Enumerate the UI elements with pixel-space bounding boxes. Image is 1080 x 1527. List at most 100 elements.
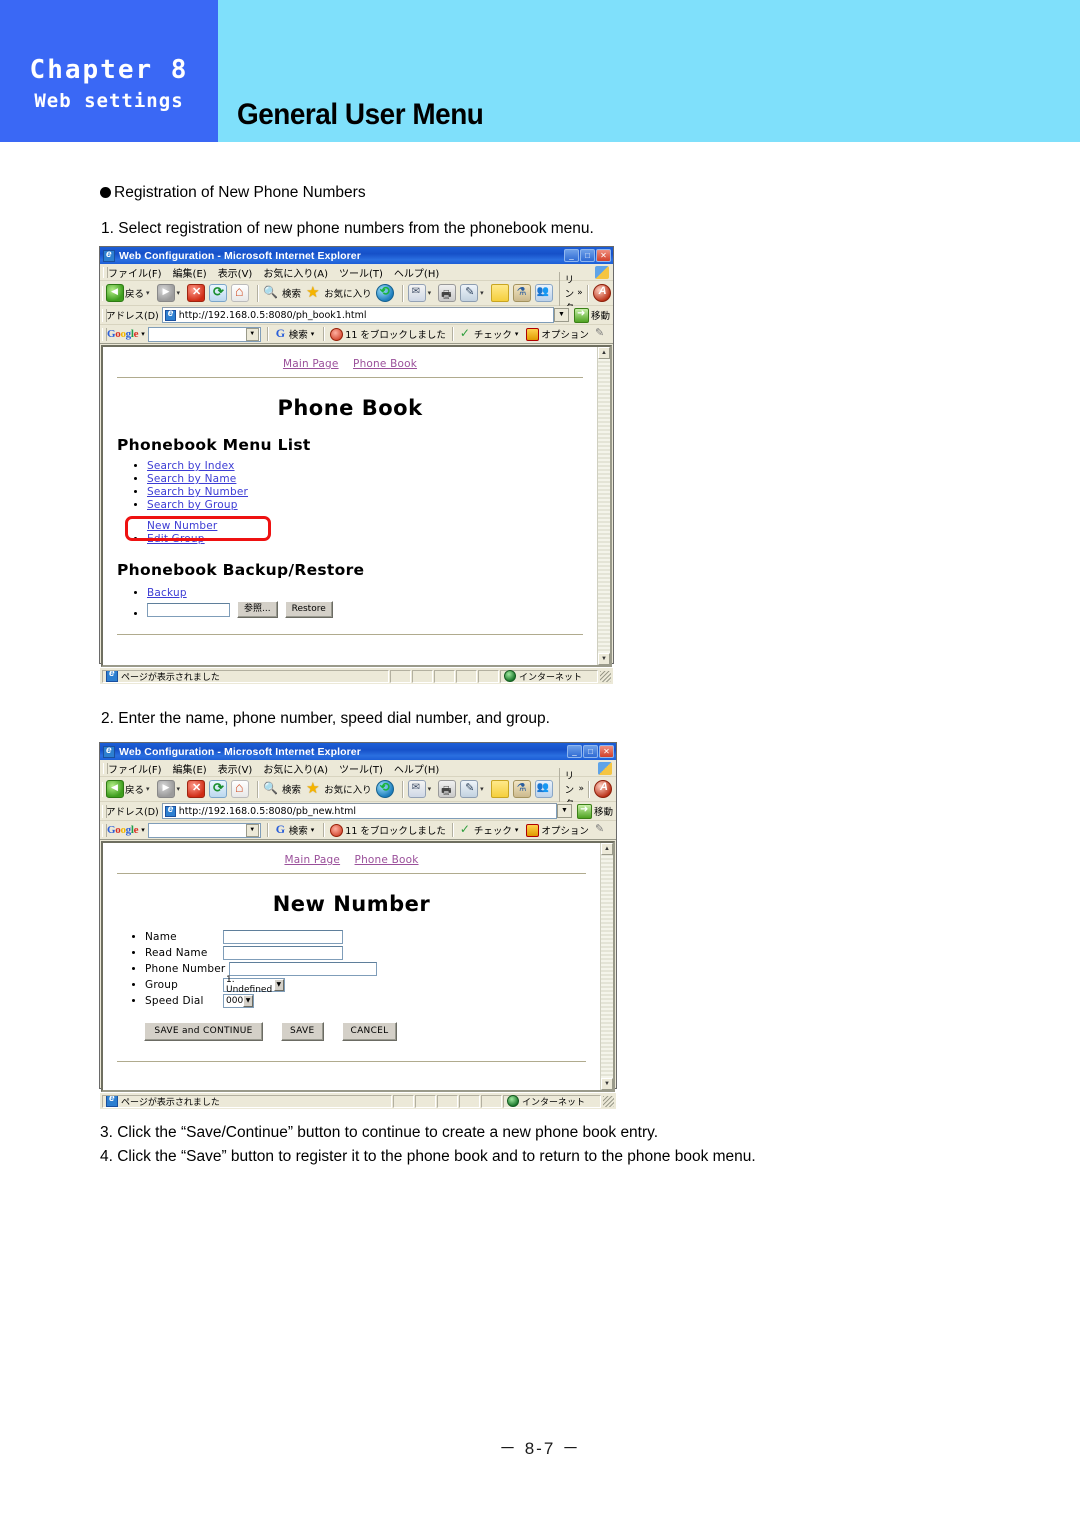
save-and-continue-button[interactable]: SAVE and CONTINUE <box>144 1022 263 1041</box>
maximize-button[interactable]: □ <box>580 249 595 262</box>
vertical-scrollbar[interactable]: ▲ ▼ <box>600 843 613 1090</box>
chevron-down-icon[interactable]: ▾ <box>515 330 519 338</box>
resize-grip[interactable] <box>600 670 611 682</box>
restore-button[interactable]: Restore <box>284 601 333 618</box>
scroll-down-button[interactable]: ▼ <box>598 653 610 665</box>
back-button[interactable]: 戻る ▾ <box>106 284 153 302</box>
menu-tools[interactable]: ツール(T) <box>339 265 383 280</box>
google-history-chevron-icon[interactable]: ▼ <box>245 327 259 341</box>
refresh-button[interactable] <box>209 284 228 302</box>
menu-help[interactable]: ヘルプ(H) <box>394 761 439 776</box>
window-controls[interactable]: _ □ ✕ <box>564 249 611 262</box>
address-bar[interactable]: アドレス(D) http://192.168.0.5:8080/ph_book1… <box>100 306 613 325</box>
stop-button[interactable] <box>187 780 206 798</box>
menu-file[interactable]: ファイル(F) <box>108 761 162 776</box>
edit-button[interactable]: ▾ <box>460 284 487 302</box>
link-search-by-name[interactable]: Search by Name <box>147 473 236 485</box>
save-button[interactable]: SAVE <box>281 1022 324 1041</box>
chevron-down-icon[interactable]: ▾ <box>311 826 315 834</box>
menu-file[interactable]: ファイル(F) <box>108 265 162 280</box>
link-main-page[interactable]: Main Page <box>284 854 340 866</box>
history-button[interactable] <box>375 780 394 798</box>
favorites-button[interactable]: お気に入り <box>305 283 372 302</box>
print-button[interactable] <box>438 780 457 801</box>
browse-button[interactable]: 参照... <box>237 601 278 618</box>
address-dropdown-icon[interactable]: ▼ <box>556 804 572 818</box>
minimize-button[interactable]: _ <box>567 745 582 758</box>
google-autofill-button[interactable] <box>594 326 609 341</box>
refresh-button[interactable] <box>209 780 228 798</box>
menu-tools[interactable]: ツール(T) <box>339 761 383 776</box>
chevron-down-icon[interactable]: ▾ <box>428 289 432 297</box>
google-autofill-button[interactable] <box>594 822 609 837</box>
menu-edit[interactable]: 編集(E) <box>173 265 207 280</box>
google-toolbar[interactable]: Google ▾ ▼ 検索 ▾ 11 をブロックしました チェック ▾ <box>100 821 616 840</box>
go-button[interactable]: 移動 <box>576 803 613 819</box>
chevron-down-icon[interactable]: ▾ <box>311 330 315 338</box>
menu-favorites[interactable]: お気に入り(A) <box>263 761 328 776</box>
window-controls[interactable]: _ □ ✕ <box>567 745 614 758</box>
link-search-by-number[interactable]: Search by Number <box>147 486 248 498</box>
page-nav-links[interactable]: Main Page Phone Book <box>117 347 583 372</box>
google-toolbar[interactable]: Google ▾ ▼ 検索 ▾ 11 をブロックしました チェック ▾ <box>100 325 613 344</box>
link-phone-book[interactable]: Phone Book <box>355 854 419 866</box>
scroll-down-button[interactable]: ▼ <box>601 1078 613 1090</box>
menu-view[interactable]: 表示(V) <box>218 265 253 280</box>
chevron-down-icon[interactable]: ▾ <box>515 826 519 834</box>
links-chevron-icon[interactable]: » <box>578 784 584 794</box>
address-input[interactable]: http://192.168.0.5:8080/pb_new.html <box>161 803 557 819</box>
link-new-number[interactable]: New Number <box>147 520 217 532</box>
google-menu-chevron-icon[interactable]: ▾ <box>141 826 145 834</box>
google-history-chevron-icon[interactable]: ▼ <box>245 823 259 837</box>
stop-button[interactable] <box>187 284 206 302</box>
minimize-button[interactable]: _ <box>564 249 579 262</box>
input-read-name[interactable] <box>223 946 343 960</box>
google-options-button[interactable]: オプション <box>526 327 589 341</box>
forward-button[interactable]: ▾ <box>156 284 184 302</box>
search-button[interactable]: 検索 <box>263 780 301 798</box>
browser-window-new-number[interactable]: Web Configuration - Microsoft Internet E… <box>99 742 617 1109</box>
home-button[interactable] <box>231 779 250 798</box>
notes-button[interactable] <box>490 780 509 798</box>
input-name[interactable] <box>223 930 343 944</box>
input-phone-number[interactable] <box>229 962 378 976</box>
history-button[interactable] <box>375 284 394 302</box>
link-search-by-index[interactable]: Search by Index <box>147 460 235 472</box>
scroll-up-button[interactable]: ▲ <box>598 347 610 359</box>
page-nav-links[interactable]: Main Page Phone Book <box>117 843 586 868</box>
link-main-page[interactable]: Main Page <box>283 358 339 370</box>
messenger-button[interactable] <box>534 780 553 798</box>
chevron-down-icon[interactable]: ▾ <box>177 785 181 793</box>
research-button[interactable] <box>512 284 531 302</box>
browser-window-phonebook[interactable]: Web Configuration - Microsoft Internet E… <box>99 246 614 684</box>
notes-button[interactable] <box>490 284 509 302</box>
menu-help[interactable]: ヘルプ(H) <box>394 265 439 280</box>
link-edit-group[interactable]: Edit Group <box>147 533 205 545</box>
chevron-down-icon[interactable]: ▾ <box>177 289 181 297</box>
address-input[interactable]: http://192.168.0.5:8080/ph_book1.html <box>161 307 554 323</box>
chevron-down-icon[interactable]: ▾ <box>480 289 484 297</box>
google-spellcheck-button[interactable]: チェック ▾ <box>459 326 522 342</box>
chevron-down-icon[interactable]: ▾ <box>146 785 150 793</box>
search-button[interactable]: 検索 <box>263 284 301 302</box>
google-menu-chevron-icon[interactable]: ▾ <box>141 330 145 338</box>
link-search-by-group[interactable]: Search by Group <box>147 499 238 511</box>
resize-grip[interactable] <box>603 1095 614 1107</box>
chevron-down-icon[interactable]: ▾ <box>146 289 150 297</box>
select-group[interactable]: 1. Undefined ▼ <box>223 975 285 995</box>
address-dropdown-icon[interactable]: ▼ <box>553 308 569 322</box>
menu-bar[interactable]: ファイル(F) 編集(E) 表示(V) お気に入り(A) ツール(T) ヘルプ(… <box>100 264 613 281</box>
favorites-button[interactable]: お気に入り <box>305 779 372 798</box>
google-options-button[interactable]: オプション <box>526 823 589 837</box>
link-backup[interactable]: Backup <box>147 587 187 599</box>
scroll-up-button[interactable]: ▲ <box>601 843 613 855</box>
link-phone-book[interactable]: Phone Book <box>353 358 417 370</box>
vertical-scrollbar[interactable]: ▲ ▼ <box>597 347 610 665</box>
chevron-down-icon[interactable]: ▾ <box>480 785 484 793</box>
forward-button[interactable]: ▾ <box>156 780 184 798</box>
chevron-down-icon[interactable]: ▼ <box>273 979 284 991</box>
acrobat-button[interactable] <box>592 284 611 302</box>
print-button[interactable] <box>438 284 457 305</box>
google-spellcheck-button[interactable]: チェック ▾ <box>459 822 522 838</box>
go-button[interactable]: 移動 <box>573 307 610 323</box>
